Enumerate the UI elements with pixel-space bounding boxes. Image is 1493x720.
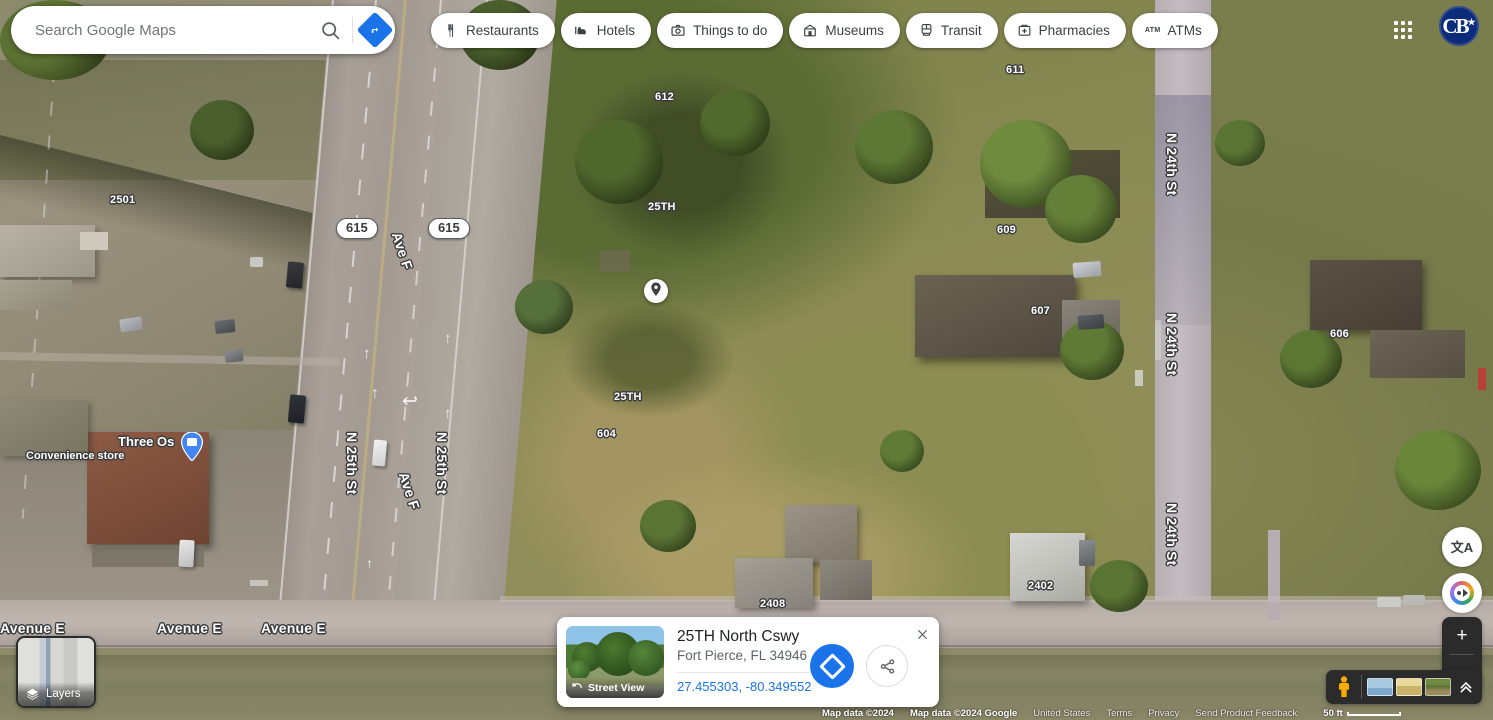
camera-icon <box>671 24 685 36</box>
chip-hotels[interactable]: Hotels <box>560 13 652 48</box>
chip-pharmacies[interactable]: Pharmacies <box>1003 13 1126 48</box>
location-pin-icon[interactable] <box>643 277 669 311</box>
pharmacy-cross-icon <box>1018 24 1031 36</box>
apps-dot-grid <box>1394 21 1412 39</box>
close-icon[interactable] <box>912 624 932 644</box>
chip-label: Restaurants <box>466 23 539 38</box>
place-info-card: Street View 25TH North Cswy Fort Pierce,… <box>557 617 939 707</box>
chip-label: ATMs <box>1167 23 1202 38</box>
footer-link[interactable]: Terms <box>1106 708 1132 719</box>
card-body: 25TH North Cswy Fort Pierce, FL 34946 27… <box>664 626 930 698</box>
satellite-map-canvas[interactable]: ↑ ↑ ↑ ↑ ↩ ↑ 615 615 2501 612 611 609 607… <box>0 0 1493 720</box>
search-icon[interactable] <box>310 10 350 50</box>
strip-divider <box>1361 675 1362 699</box>
imagery-strip <box>1326 670 1482 704</box>
hotel-bed-icon <box>574 26 586 35</box>
layers-diamond-icon <box>26 688 39 700</box>
zoom-in-button[interactable]: + <box>1442 617 1482 654</box>
street-view-pano-icon <box>572 682 582 689</box>
chip-label: Things to do <box>693 23 768 38</box>
avatar-star-icon: ★ <box>1467 16 1476 27</box>
street-view-thumbnail[interactable]: Street View <box>566 626 664 698</box>
chip-transit[interactable]: Transit <box>905 13 998 48</box>
atm-icon: ATM <box>1144 27 1161 34</box>
poi-name-label: Three Os <box>118 434 175 449</box>
directions-diamond-icon <box>356 11 394 49</box>
footer-link[interactable]: Privacy <box>1148 708 1179 719</box>
restaurant-fork-knife-icon <box>447 24 454 37</box>
chip-label: Museums <box>825 23 884 38</box>
gemini-assistant-button[interactable] <box>1442 573 1482 613</box>
store-pin-icon[interactable] <box>180 431 204 462</box>
share-icon <box>880 658 894 674</box>
imagery-thumb-sand[interactable] <box>1396 678 1422 696</box>
imagery-thumb-sky[interactable] <box>1367 678 1393 696</box>
translate-icon: 文A <box>1450 539 1474 555</box>
directions-button[interactable] <box>355 10 395 50</box>
search-divider <box>352 17 353 43</box>
highway-shield: 615 <box>428 218 470 239</box>
translate-toggle-button[interactable]: 文A <box>1442 527 1482 567</box>
imagery-thumb-field[interactable] <box>1425 678 1451 696</box>
chip-museums[interactable]: Museums <box>789 13 900 48</box>
page-title: 25TH North Cswy <box>677 628 800 645</box>
museum-icon <box>804 24 817 37</box>
footer-link[interactable]: United States <box>1033 708 1090 719</box>
train-icon <box>921 24 932 36</box>
avatar[interactable]: CB ★ <box>1439 6 1479 46</box>
category-chip-bar: Restaurants Hotels Things to do Museums … <box>431 13 1218 48</box>
layers-widget-button[interactable]: Layers <box>16 636 96 708</box>
share-button[interactable] <box>866 645 908 687</box>
avatar-initials: CB <box>1442 13 1469 38</box>
layers-label-bar: Layers <box>18 682 94 706</box>
highway-shield: 615 <box>336 218 378 239</box>
search-bar <box>11 6 395 54</box>
footer-link[interactable]: Map data ©2024 Google <box>910 708 1017 719</box>
chip-label: Pharmacies <box>1038 23 1110 38</box>
poi-category-label: Convenience store <box>26 450 125 462</box>
layers-label: Layers <box>46 688 81 700</box>
card-divider <box>677 672 825 673</box>
pegman-street-view-icon[interactable] <box>1332 674 1356 700</box>
google-maps-app: ↑ ↑ ↑ ↑ ↩ ↑ 615 615 2501 612 611 609 607… <box>0 0 1493 720</box>
chevron-double-up-icon[interactable] <box>1454 674 1478 700</box>
chip-label: Transit <box>940 23 982 38</box>
street-view-label-bar: Street View <box>566 677 664 698</box>
search-input[interactable] <box>11 21 310 39</box>
footer-link[interactable]: Send Product Feedback <box>1195 708 1297 719</box>
google-apps-grid-icon[interactable] <box>1383 10 1423 50</box>
street-view-label: Street View <box>588 681 645 694</box>
chip-label: Hotels <box>596 23 636 38</box>
chip-things-to-do[interactable]: Things to do <box>657 13 784 48</box>
gemini-sparkle-icon <box>1450 581 1474 605</box>
footer-link[interactable]: Map data ©2024 <box>822 708 894 719</box>
card-directions-button[interactable] <box>810 644 854 688</box>
chip-atms[interactable]: ATM ATMs <box>1131 13 1218 48</box>
chip-restaurants[interactable]: Restaurants <box>431 13 555 48</box>
directions-diamond-icon <box>818 652 846 680</box>
